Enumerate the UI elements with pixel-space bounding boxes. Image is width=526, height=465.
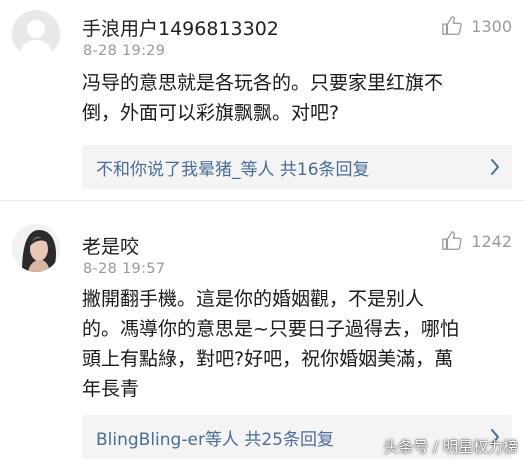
avatar[interactable] xyxy=(12,224,60,272)
replies-summary: 不和你说了我晕猪_等人 共16条回复 xyxy=(96,160,370,180)
replies-summary: BlingBling-er等人 共25条回复 xyxy=(96,430,334,450)
like-count: 1242 xyxy=(471,231,512,251)
thumbs-up-icon xyxy=(442,16,462,35)
like-button[interactable]: 1242 xyxy=(441,230,512,252)
comment-username[interactable]: 老是咬 xyxy=(82,232,139,259)
comment-username[interactable]: 手浪用户1496813302 xyxy=(82,14,279,41)
comment-text: 撇開翻手機。這是你的婚姻觀，不是别人 的。馮導你的意思是~只要日子過得去，哪怕 … xyxy=(82,288,459,400)
comment-timestamp: 8-28 19:57 xyxy=(83,261,166,277)
comment-text: 冯导的意思就是各玩各的。只要家里红旗不 倒，外面可以彩旗飘飘。对吧? xyxy=(82,72,444,124)
comment-timestamp: 8-28 19:29 xyxy=(83,43,166,59)
watermark: 头条号 / 明星权力榜 xyxy=(383,438,518,456)
chevron-right-icon xyxy=(491,159,499,175)
user-photo-icon xyxy=(12,224,60,272)
like-button[interactable]: 1300 xyxy=(441,15,512,37)
default-avatar-icon xyxy=(12,10,60,58)
avatar[interactable] xyxy=(12,10,60,58)
replies-link[interactable]: 不和你说了我晕猪_等人 共16条回复 xyxy=(82,145,512,189)
comment-item: 手浪用户1496813302 8-28 19:29 1300 冯导的意思就是各玩… xyxy=(0,0,526,196)
comment-divider xyxy=(0,200,526,201)
like-count: 1300 xyxy=(471,16,512,36)
thumbs-up-icon xyxy=(442,231,462,250)
comment-item: 老是咬 8-28 19:57 1242 撇開翻手機。這是你的婚姻觀，不是别人 的… xyxy=(0,210,526,465)
